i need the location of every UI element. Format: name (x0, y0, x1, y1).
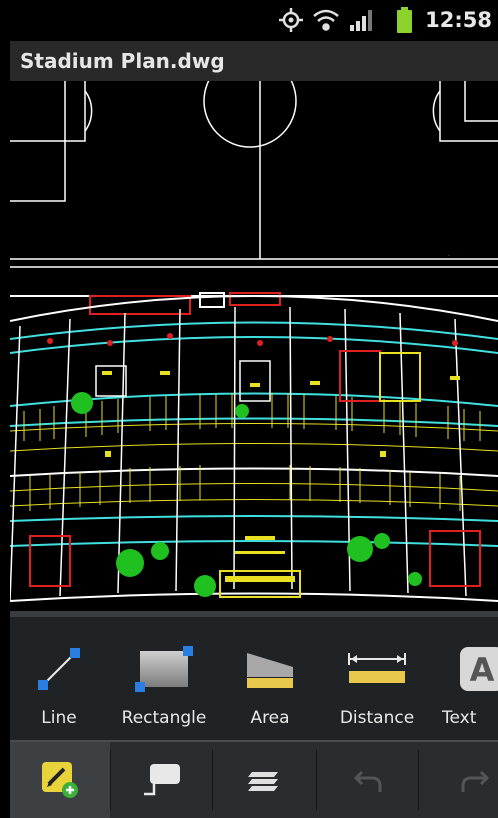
bottom-toolbar (10, 740, 498, 818)
tool-distance[interactable]: Distance (320, 617, 434, 740)
tool-line[interactable]: Line (10, 617, 108, 740)
tool-text-label: Text (442, 708, 477, 728)
status-time: 12:58 (425, 8, 492, 32)
status-icons (279, 7, 412, 33)
status-bar: 12:58 (0, 0, 498, 41)
toolbar-separator (316, 750, 317, 810)
radial-lines (10, 306, 467, 602)
tool-rectangle[interactable]: Rectangle (108, 617, 220, 740)
tool-area[interactable]: Area (220, 617, 320, 740)
green-markers (71, 392, 422, 597)
layers-button[interactable] (214, 742, 314, 818)
distance-tool-icon (348, 653, 406, 683)
tool-distance-label: Distance (339, 708, 415, 728)
tool-text[interactable]: A Text (434, 617, 498, 740)
edit-add-button[interactable] (10, 742, 110, 818)
redo-icon (461, 770, 489, 792)
signal-icon (350, 10, 372, 31)
title-bar: Stadium Plan.dwg (10, 41, 498, 81)
gps-icon (279, 8, 303, 32)
field-note: · (448, 253, 450, 259)
comment-icon (144, 764, 180, 796)
text-tool-icon: A (460, 647, 498, 691)
document-title: Stadium Plan.dwg (20, 49, 225, 73)
drawing-canvas[interactable]: · (10, 81, 498, 611)
cad-drawing: · (10, 81, 498, 602)
svg-text:A: A (470, 651, 495, 689)
tool-rectangle-label: Rectangle (121, 708, 207, 728)
area-tool-icon (247, 653, 293, 688)
toolbar-separator (110, 750, 111, 810)
room-blocks (29, 350, 481, 598)
line-tool-icon (38, 648, 80, 690)
undo-button[interactable] (318, 742, 418, 818)
comment-button[interactable] (112, 742, 212, 818)
redo-button[interactable] (420, 742, 498, 818)
undo-icon (353, 770, 382, 792)
toolbar-separator (212, 750, 213, 810)
tool-area-label: Area (250, 708, 290, 728)
rectangle-tool-icon (135, 646, 193, 692)
wifi-icon (313, 9, 339, 31)
battery-icon (397, 7, 412, 33)
layers-icon (248, 772, 278, 791)
toolbar-separator (418, 750, 419, 810)
tool-panel: Line Rectangle Area Distance A Text (10, 611, 498, 740)
football-field (10, 81, 498, 268)
edit-add-icon (42, 762, 78, 798)
tool-line-label: Line (41, 708, 77, 728)
